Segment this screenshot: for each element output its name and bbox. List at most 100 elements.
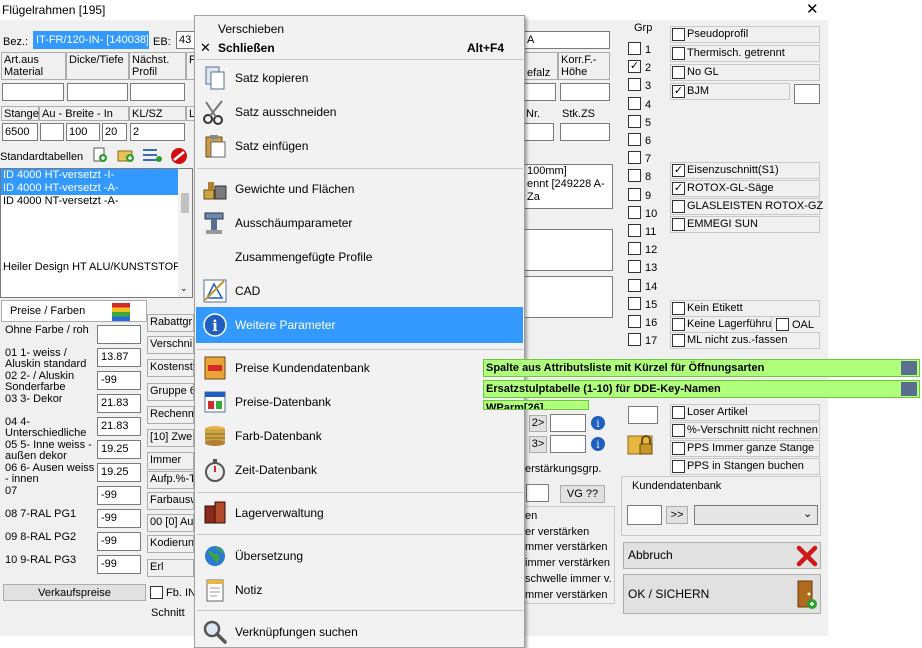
menu-item-gewichte-flaechen[interactable]: Gewichte und Flächen bbox=[196, 174, 523, 204]
menu-item-preise-kundendatenbank[interactable]: Preise Kundendatenbank bbox=[196, 353, 523, 383]
option-checkbox-row[interactable]: PPS in Stangen buchen bbox=[670, 458, 820, 475]
checkbox[interactable] bbox=[672, 334, 685, 347]
bjm-input[interactable] bbox=[794, 84, 820, 104]
option-checkbox-row[interactable]: No GL bbox=[670, 64, 820, 81]
grp-checkbox[interactable] bbox=[628, 78, 641, 92]
korr-f-hoehe-input[interactable] bbox=[560, 83, 610, 101]
middle-column-field[interactable]: Kodierun bbox=[147, 535, 194, 553]
option-checkbox-row[interactable]: EMMEGI SUN bbox=[670, 216, 820, 233]
checkbox[interactable] bbox=[672, 66, 685, 79]
checkbox[interactable] bbox=[672, 218, 685, 231]
checkbox[interactable] bbox=[672, 47, 685, 60]
middle-column-field[interactable]: Rechenm bbox=[147, 406, 194, 424]
sales-prices-button[interactable]: Verkaufspreise bbox=[3, 584, 146, 601]
option-checkbox-row[interactable]: %-Verschnitt nicht rechnen bbox=[670, 422, 820, 439]
arrow-3-button[interactable]: 3> bbox=[529, 436, 547, 453]
profiles-list-scrollbar[interactable]: ⌄ bbox=[178, 169, 192, 297]
verstaerken-option[interactable]: mmer verstärken bbox=[525, 589, 608, 601]
art-aus-material-input[interactable] bbox=[2, 83, 64, 101]
add-row-icon[interactable] bbox=[92, 147, 108, 163]
arrow-3-input[interactable] bbox=[550, 435, 586, 453]
price-value-input[interactable]: 19.25 bbox=[97, 440, 141, 459]
oal-checkbox[interactable] bbox=[776, 318, 789, 331]
grp-checkbox[interactable] bbox=[628, 333, 641, 347]
profiles-list[interactable]: ID 4000 HT-versetzt -I- ID 4000 HT-verse… bbox=[0, 168, 193, 298]
grp-checkbox[interactable] bbox=[628, 260, 641, 274]
kundendatenbank-go-button[interactable]: >> bbox=[666, 506, 688, 524]
menu-item-weitere-parameter[interactable]: i Weitere Parameter bbox=[196, 307, 523, 343]
checkbox[interactable] bbox=[672, 318, 685, 331]
menu-item-zusammengefuegte-profile[interactable]: Zusammengefügte Profile bbox=[196, 242, 523, 272]
stk-zs-input[interactable] bbox=[560, 123, 610, 141]
middle-column-field[interactable]: Aufp.%-T bbox=[147, 471, 194, 489]
option-checkbox-row[interactable]: GLASLEISTEN ROTOX-GZ bbox=[670, 198, 823, 215]
stange-input[interactable]: 6500 bbox=[2, 123, 38, 141]
option-checkbox-row[interactable]: ✓ Eisenzuschnitt(S1) bbox=[670, 162, 820, 179]
menu-item-preise-datenbank[interactable]: Preise-Datenbank bbox=[196, 387, 523, 417]
price-value-input[interactable]: 13.87 bbox=[97, 348, 141, 367]
price-value-input[interactable] bbox=[97, 325, 141, 344]
price-value-input[interactable]: -99 bbox=[97, 486, 141, 505]
scrollbar-thumb[interactable] bbox=[181, 193, 189, 213]
middle-column-field[interactable]: Immer bbox=[147, 452, 194, 470]
close-window-button[interactable]: ✕ bbox=[806, 0, 819, 18]
list-item[interactable]: ID 4000 HT-versetzt -A- bbox=[1, 182, 192, 195]
nr-input[interactable] bbox=[524, 123, 554, 141]
option-checkbox-row[interactable]: Thermisch. getrennt bbox=[670, 45, 820, 62]
option-checkbox-row[interactable]: PPS Immer ganze Stange bbox=[670, 440, 820, 457]
middle-column-field[interactable]: 00 [0] Au bbox=[147, 514, 194, 532]
prices-tab[interactable]: Preise / Farben bbox=[1, 300, 147, 322]
middle-column-field[interactable]: [10] Zwe bbox=[147, 429, 194, 447]
grp-checkbox[interactable] bbox=[628, 242, 641, 256]
grp-checkbox[interactable] bbox=[628, 96, 641, 110]
menu-item-zeit-datenbank[interactable]: Zeit-Datenbank bbox=[196, 455, 523, 485]
list-item[interactable]: ID 4000 NT-versetzt -A- bbox=[1, 195, 192, 208]
fb-in-checkbox[interactable] bbox=[150, 586, 163, 599]
option-checkbox-row[interactable]: ✓ BJM bbox=[670, 83, 790, 100]
checkbox[interactable] bbox=[672, 302, 685, 315]
menu-item-satz-kopieren[interactable]: Satz kopieren bbox=[196, 63, 523, 93]
klsz-input[interactable]: 2 bbox=[130, 123, 185, 141]
breite-input[interactable]: 100 bbox=[66, 123, 100, 141]
checkbox[interactable] bbox=[672, 406, 685, 419]
grp-checkbox[interactable] bbox=[628, 151, 641, 165]
price-value-input[interactable]: -99 bbox=[97, 371, 141, 390]
arrow-2-input[interactable] bbox=[550, 414, 586, 432]
menu-item-notiz[interactable]: Notiz bbox=[196, 575, 523, 605]
menu-item-ausschaeumparameter[interactable]: Ausschäumparameter bbox=[196, 208, 523, 238]
grp-checkbox[interactable] bbox=[628, 187, 641, 201]
info-icon[interactable]: i bbox=[590, 436, 606, 452]
abbruch-button[interactable]: Abbruch bbox=[623, 542, 821, 569]
option-checkbox-row[interactable]: Pseudoprofil bbox=[670, 26, 820, 43]
submenu-item-spalte-attributsliste[interactable]: Spalte aus Attributsliste mit Kürzel für… bbox=[483, 359, 920, 377]
arrow-2-button[interactable]: 2> bbox=[529, 415, 547, 432]
verstaerken-option[interactable]: schwelle immer v. bbox=[525, 573, 612, 585]
ok-sichern-button[interactable]: OK / SICHERN bbox=[623, 574, 821, 614]
middle-column-field[interactable]: Farbausw bbox=[147, 492, 194, 510]
dicke-tiefe-input[interactable] bbox=[67, 83, 128, 101]
option-checkbox-row[interactable]: Loser Artikel bbox=[670, 404, 820, 421]
checkbox[interactable] bbox=[672, 460, 685, 473]
delete-stop-icon[interactable] bbox=[170, 147, 188, 165]
menu-item-satz-ausschneiden[interactable]: Satz ausschneiden bbox=[196, 97, 523, 127]
option-checkbox-row[interactable]: Keine Lagerführu bbox=[670, 316, 772, 333]
checkbox[interactable] bbox=[672, 424, 685, 437]
kundendatenbank-select[interactable]: ⌄ bbox=[694, 505, 818, 525]
note-area-2[interactable] bbox=[524, 276, 613, 318]
menu-item-uebersetzung[interactable]: Übersetzung bbox=[196, 541, 523, 571]
grp-checkbox[interactable] bbox=[628, 42, 641, 55]
in-input[interactable]: 20 bbox=[102, 123, 127, 141]
grp-checkbox[interactable] bbox=[628, 296, 641, 310]
menu-item-farb-datenbank[interactable]: Farb-Datenbank bbox=[196, 421, 523, 451]
menu-item-lagerverwaltung[interactable]: Lagerverwaltung bbox=[196, 498, 523, 528]
checkbox[interactable]: ✓ bbox=[672, 85, 685, 98]
grp-checkbox[interactable] bbox=[628, 224, 641, 237]
price-value-input[interactable]: 19.25 bbox=[97, 463, 141, 482]
middle-column-field[interactable]: Rabattgr bbox=[147, 314, 194, 332]
list-edit-icon[interactable] bbox=[141, 147, 163, 163]
option-checkbox-row[interactable]: ✓ ROTOX-GL-Säge bbox=[670, 180, 820, 197]
grp-checkbox[interactable] bbox=[628, 278, 641, 292]
verstaerken-option[interactable]: mmer verstärken bbox=[525, 541, 608, 553]
efalz-input[interactable] bbox=[524, 83, 556, 101]
menu-item-schliessen[interactable]: ✕ Schließen Alt+F4 bbox=[196, 40, 523, 56]
